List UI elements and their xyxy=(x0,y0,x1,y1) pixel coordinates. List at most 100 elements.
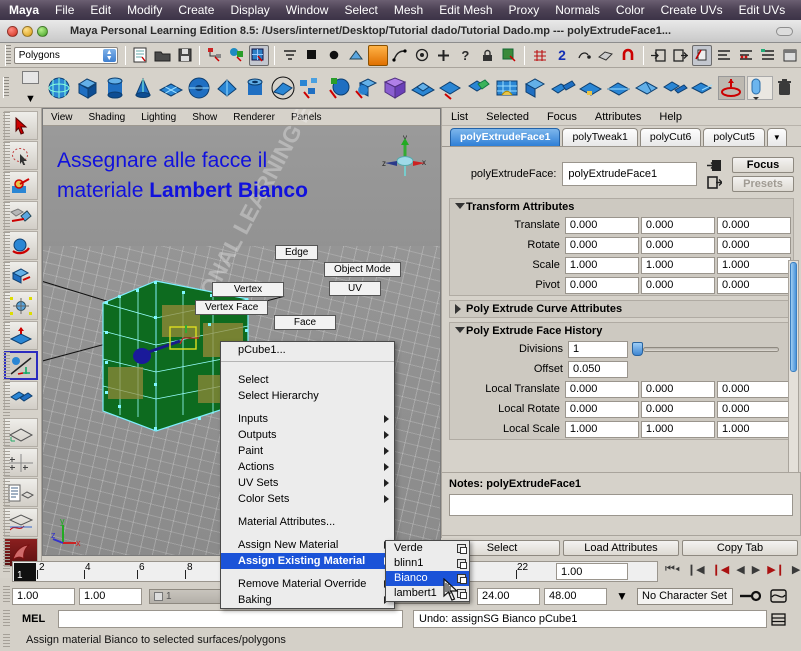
selection-label-edge[interactable]: Edge xyxy=(275,245,319,260)
section-header-curve[interactable]: Poly Extrude Curve Attributes xyxy=(450,301,793,317)
local-rotate-x-field[interactable]: 0.000 xyxy=(564,400,639,418)
poly-soccer-icon[interactable] xyxy=(298,76,324,100)
translate-z-field[interactable]: 0.000 xyxy=(716,216,791,234)
poly-smooth-icon[interactable] xyxy=(550,76,577,100)
poly-platonic-icon[interactable] xyxy=(326,76,352,100)
os-menu-item-maya[interactable]: Maya xyxy=(0,0,47,20)
snap-point2-icon[interactable] xyxy=(574,45,594,66)
poly-torus-icon[interactable] xyxy=(186,76,212,100)
output-node-icon[interactable] xyxy=(706,176,722,190)
component-mask-icon[interactable] xyxy=(280,45,300,66)
ae-menu-attributes[interactable]: Attributes xyxy=(586,111,650,123)
construction-history-icon[interactable] xyxy=(692,44,713,66)
selection-mask-swatch[interactable] xyxy=(367,44,388,66)
close-icon[interactable] xyxy=(7,25,18,37)
viewport-menu-show[interactable]: Show xyxy=(184,112,225,123)
local-translate-x-field[interactable]: 0.000 xyxy=(564,380,639,398)
menu-item-paint[interactable]: Paint xyxy=(221,443,394,459)
mask-edge-icon[interactable] xyxy=(346,45,366,66)
poly-cone-icon[interactable] xyxy=(130,76,156,100)
minimize-icon[interactable] xyxy=(22,25,33,37)
anim-start-field[interactable]: 1.00 xyxy=(79,587,142,605)
viewport-menu-panels[interactable]: Panels xyxy=(283,112,330,123)
command-grip[interactable] xyxy=(3,610,10,628)
show-hide-editors-icon[interactable] xyxy=(780,45,800,66)
select-by-component-icon[interactable] xyxy=(249,44,270,66)
mask-point-icon[interactable] xyxy=(324,45,344,66)
select-by-render-icon[interactable] xyxy=(499,45,519,66)
tab-polytweak1[interactable]: polyTweak1 xyxy=(562,128,638,146)
local-rotate-y-field[interactable]: 0.000 xyxy=(640,400,715,418)
snap-magnet-icon[interactable] xyxy=(618,45,638,66)
chevron-down-icon[interactable]: ▼ xyxy=(25,93,36,105)
input-connection-icon[interactable] xyxy=(649,45,669,66)
section-header-transform[interactable]: Transform Attributes xyxy=(450,199,793,215)
menu-item-remove-material-override[interactable]: Remove Material Override xyxy=(221,576,394,592)
snap-view-plane-icon[interactable] xyxy=(596,45,616,66)
os-menu-item-file[interactable]: File xyxy=(47,0,82,20)
mel-input[interactable] xyxy=(58,610,403,628)
os-menu-item-display[interactable]: Display xyxy=(222,0,277,20)
viewport-menu-renderer[interactable]: Renderer xyxy=(225,112,283,123)
translate-x-field[interactable]: 0.000 xyxy=(564,216,639,234)
menu-item-material-attributes[interactable]: Material Attributes... xyxy=(221,514,394,530)
render-current-frame-icon[interactable] xyxy=(714,45,734,66)
chevron-down-icon[interactable]: ▼ xyxy=(611,589,633,603)
step-back-frame-icon[interactable]: ❙◀ xyxy=(712,563,730,576)
snap-curve2-icon[interactable]: 2 xyxy=(552,45,572,66)
ae-menu-focus[interactable]: Focus xyxy=(538,111,586,123)
divisions-slider-track[interactable] xyxy=(643,346,779,352)
tab-polycut6[interactable]: polyCut6 xyxy=(639,128,702,146)
selection-label-face[interactable]: Face xyxy=(274,315,336,330)
selection-label-object-mode[interactable]: Object Mode xyxy=(324,262,401,277)
divisions-slider-knob[interactable] xyxy=(632,342,643,356)
menu-item-select-hierarchy[interactable]: Select Hierarchy xyxy=(221,388,394,404)
os-menu-item-normals[interactable]: Normals xyxy=(547,0,608,20)
submenu-item-blinn1[interactable]: blinn1 xyxy=(386,556,469,571)
statusbar-grip[interactable] xyxy=(5,44,11,66)
chevron-down-icon[interactable]: ▼ xyxy=(766,128,787,146)
pivot-y-field[interactable]: 0.000 xyxy=(640,276,715,294)
os-menu-item-select[interactable]: Select xyxy=(336,0,385,20)
divisions-slider[interactable] xyxy=(630,341,779,358)
selection-label-vertex-face[interactable]: Vertex Face xyxy=(195,300,269,315)
pivot-x-field[interactable]: 0.000 xyxy=(564,276,639,294)
poly-quadrangulate-icon[interactable] xyxy=(634,76,660,100)
menu-item-baking[interactable]: Baking xyxy=(221,592,394,608)
left-panel-grip[interactable] xyxy=(3,112,10,572)
step-forward-frame-icon[interactable]: ▶❙ xyxy=(767,563,785,576)
snap-grid-icon[interactable] xyxy=(530,45,550,66)
shelf-tab-icon[interactable] xyxy=(21,70,39,84)
menu-item-inputs[interactable]: Inputs xyxy=(221,411,394,427)
go-to-start-icon[interactable]: ⏮◂ xyxy=(665,563,680,576)
zoom-icon[interactable] xyxy=(37,25,48,37)
open-scene-icon[interactable] xyxy=(153,45,173,66)
shelf-tab-switcher[interactable]: ▼ xyxy=(20,70,41,105)
poly-toolbar-extra-icon[interactable] xyxy=(746,75,773,100)
poly-append-icon[interactable] xyxy=(466,76,492,100)
load-attributes-button[interactable]: Load Attributes xyxy=(563,540,679,556)
menu-set-selector[interactable]: Polygons ▲ ▼ xyxy=(13,46,118,64)
scale-x-field[interactable]: 1.000 xyxy=(564,256,639,274)
current-frame-field[interactable]: 1.00 xyxy=(556,563,628,580)
select-by-object-icon[interactable] xyxy=(227,45,247,66)
menu-item-actions[interactable]: Actions xyxy=(221,459,394,475)
divisions-field[interactable]: 1 xyxy=(568,340,628,358)
menu-item-assign-existing-material[interactable]: Assign Existing Material xyxy=(221,553,394,569)
offset-field[interactable]: 0.050 xyxy=(568,360,628,378)
output-connection-icon[interactable] xyxy=(671,45,691,66)
menu-item-select[interactable]: Select xyxy=(221,372,394,388)
script-editor-icon[interactable] xyxy=(767,612,789,626)
os-menu-item-edit[interactable]: Edit xyxy=(82,0,119,20)
anim-end-field[interactable]: 24.00 xyxy=(477,587,540,605)
viewport-menu-view[interactable]: View xyxy=(43,112,81,123)
presets-button[interactable]: Presets xyxy=(732,175,794,192)
lock-icon[interactable] xyxy=(477,45,497,66)
ae-menu-list[interactable]: List xyxy=(442,111,477,123)
local-rotate-z-field[interactable]: 0.000 xyxy=(716,400,791,418)
tab-polycut5[interactable]: polyCut5 xyxy=(703,128,765,146)
ae-menu-selected[interactable]: Selected xyxy=(477,111,538,123)
copy-tab-button[interactable]: Copy Tab xyxy=(682,540,798,556)
scale-z-field[interactable]: 1.000 xyxy=(716,256,791,274)
os-menu-item-proxy[interactable]: Proxy xyxy=(501,0,548,20)
